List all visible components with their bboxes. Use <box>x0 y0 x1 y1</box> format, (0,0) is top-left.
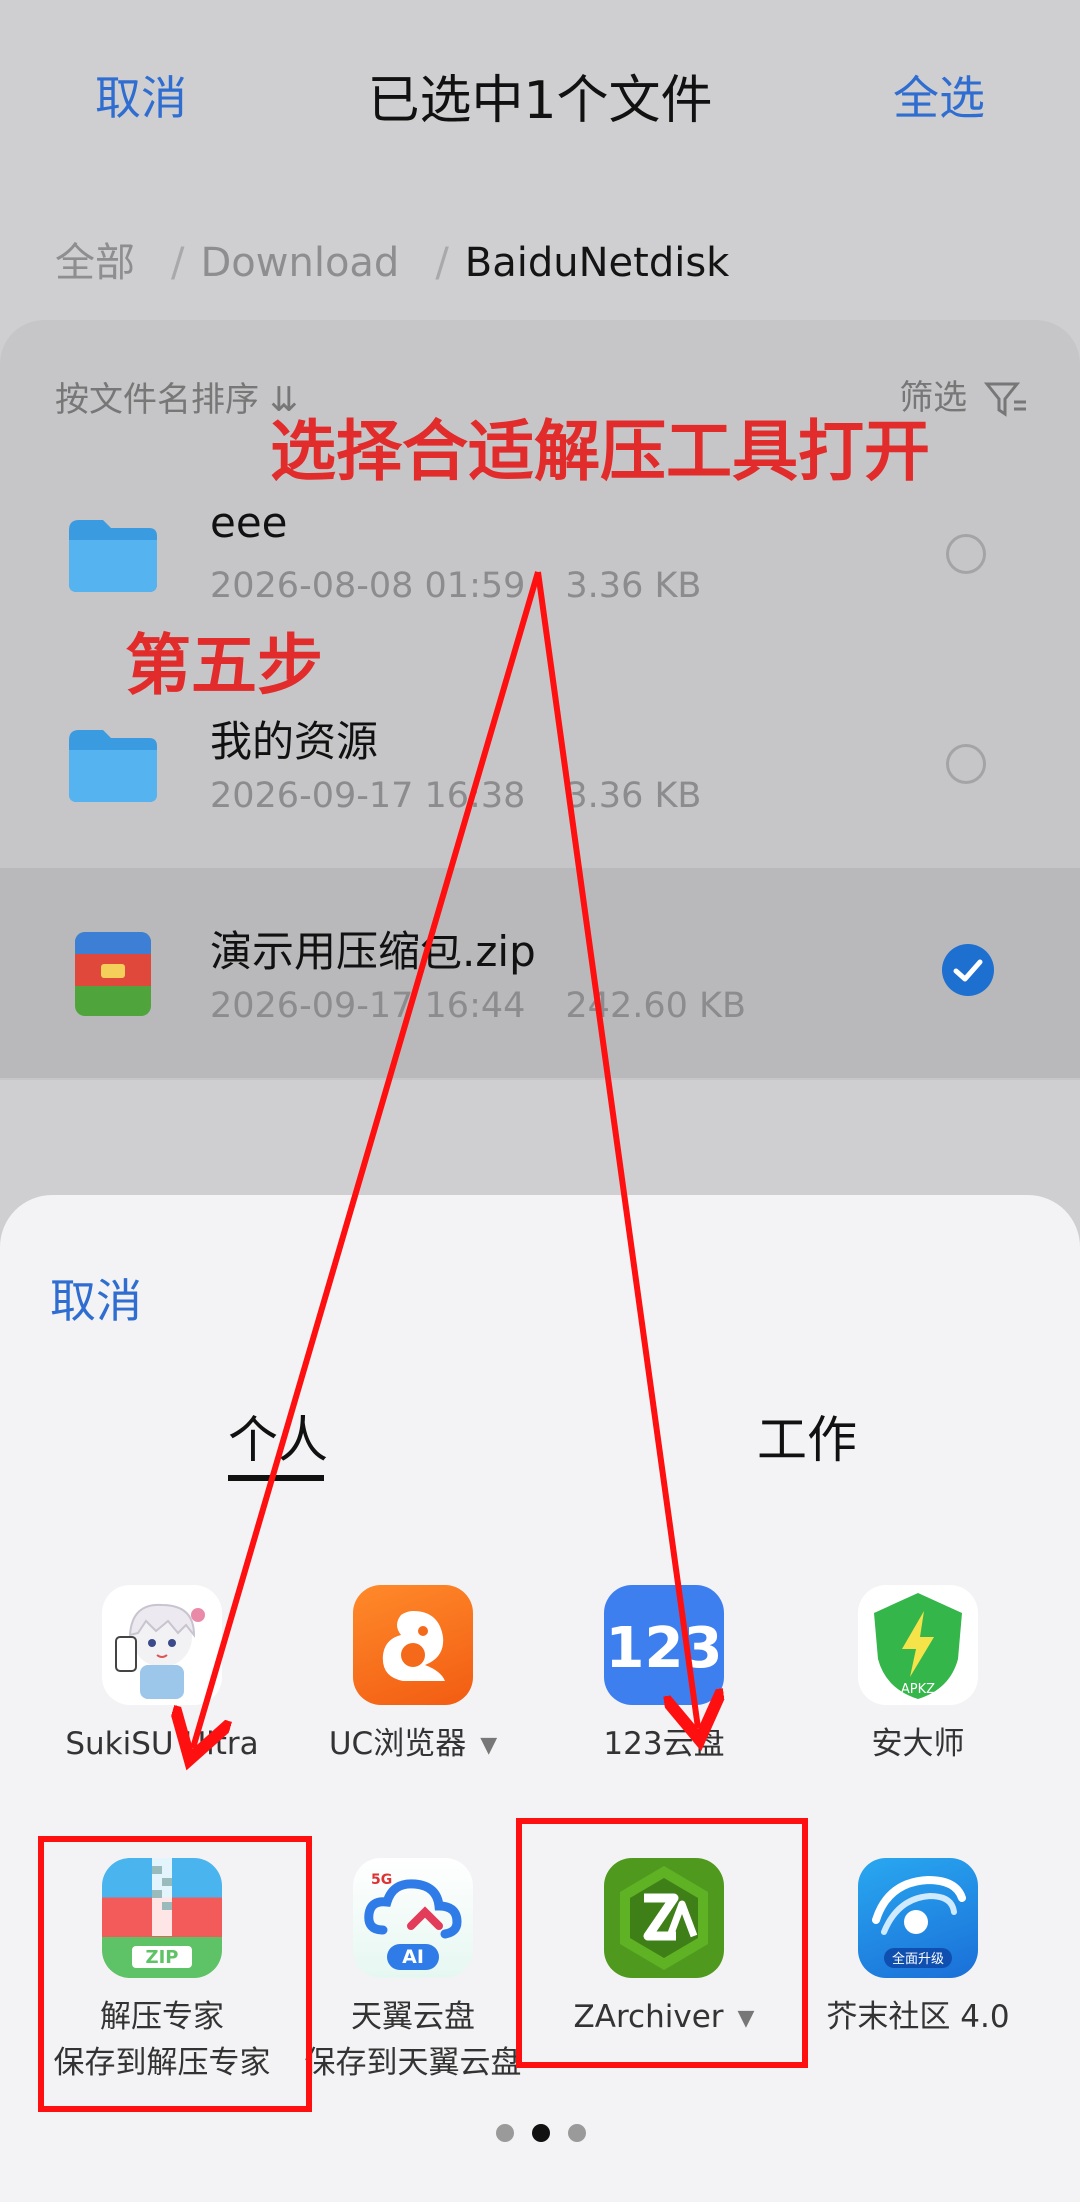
cloud-ai-icon: 5G AI <box>353 1858 473 1978</box>
app-mustard-community[interactable]: 全面升级 芥末社区 4.0 <box>792 1858 1044 2040</box>
breadcrumb-download[interactable]: Download <box>200 240 399 286</box>
file-date: 2026-08-08 01:59 <box>210 566 526 606</box>
sort-button[interactable]: 按文件名排序 ⇊ <box>55 372 298 421</box>
breadcrumb-separator: / <box>435 240 449 286</box>
folder-icon <box>69 520 157 592</box>
breadcrumb: 全部 / Download / BaiduNetdisk <box>55 230 729 288</box>
app-label-with-dropdown: UC浏览器 ▼ <box>287 1721 539 1769</box>
page-dot-active <box>532 2124 550 2142</box>
tab-work[interactable]: 工作 <box>757 1400 857 1472</box>
app-sukisu-ultra[interactable]: SukiSU Ultra <box>36 1585 288 1767</box>
folder-icon <box>69 730 157 802</box>
checkmark-icon <box>953 959 983 982</box>
file-row-demo-zip[interactable]: 演示用压缩包.zip 2026-09-17 16:44 242.60 KB <box>0 868 1080 1078</box>
apkz-shield-icon: APKZ <box>858 1585 978 1705</box>
file-meta: 2026-08-08 01:59 3.36 KB <box>210 566 701 606</box>
app-label: UC浏览器 <box>328 1726 467 1762</box>
anime-character-icon <box>102 1585 222 1705</box>
file-size: 3.36 KB <box>565 566 702 606</box>
app-uc-browser[interactable]: UC浏览器 ▼ <box>287 1585 539 1769</box>
annotation-title: 选择合适解压工具打开 <box>270 413 930 490</box>
svg-text:AI: AI <box>402 1946 424 1968</box>
top-bar: 取消 已选中1个文件 全选 <box>0 0 1080 190</box>
breadcrumb-root[interactable]: 全部 <box>55 240 135 286</box>
file-meta: 2026-09-17 16:44 242.60 KB <box>210 986 746 1026</box>
file-date: 2026-09-17 16:38 <box>210 776 526 816</box>
highlight-box-unzip-expert <box>38 1836 312 2112</box>
svg-text:全面升级: 全面升级 <box>892 1951 944 1967</box>
app-label: SukiSU Ultra <box>65 1726 259 1762</box>
app-label: 123云盘 <box>603 1726 725 1762</box>
app-sublabel: 保存到天翼云盘 <box>304 2045 522 2081</box>
sort-label: 按文件名排序 ⇊ <box>55 380 299 420</box>
page-dot <box>568 2124 586 2142</box>
file-size: 242.60 KB <box>565 986 746 1026</box>
file-date: 2026-09-17 16:44 <box>210 986 526 1026</box>
file-name: 演示用压缩包.zip <box>210 927 536 976</box>
select-radio-checked[interactable] <box>942 944 994 996</box>
tab-underline <box>228 1475 324 1481</box>
app-label: 芥末社区 4.0 <box>826 1999 1010 2035</box>
svg-text:5G: 5G <box>371 1872 392 1888</box>
app-an-dashi[interactable]: APKZ 安大师 <box>792 1585 1044 1767</box>
tab-personal[interactable]: 个人 <box>228 1400 328 1472</box>
uc-squirrel-icon <box>353 1585 473 1705</box>
app-label: 天翼云盘 <box>351 1999 475 2035</box>
page-dot <box>496 2124 514 2142</box>
zip-archive-icon <box>75 932 151 1016</box>
breadcrumb-current: BaiduNetdisk <box>464 240 730 286</box>
filter-icon <box>983 382 1026 417</box>
annotation-step: 第五步 <box>125 627 323 704</box>
breadcrumb-separator: / <box>171 240 185 286</box>
select-radio[interactable] <box>946 534 986 574</box>
mustard-community-icon: 全面升级 <box>858 1858 978 1978</box>
app-123-pan[interactable]: 123 123云盘 <box>538 1585 790 1767</box>
file-size: 3.36 KB <box>565 776 702 816</box>
svg-text:123: 123 <box>606 1616 723 1681</box>
select-all-button[interactable]: 全选 <box>893 62 985 128</box>
file-meta: 2026-09-17 16:38 3.36 KB <box>210 776 701 816</box>
dropdown-caret-icon[interactable]: ▼ <box>480 1723 497 1769</box>
file-name: 我的资源 <box>210 717 379 766</box>
app-label: 安大师 <box>871 1726 965 1762</box>
app-tianyi-cloud[interactable]: 5G AI 天翼云盘 保存到天翼云盘 <box>287 1858 539 2086</box>
select-radio[interactable] <box>946 744 986 784</box>
sheet-cancel-button[interactable]: 取消 <box>50 1265 142 1331</box>
file-name: eee <box>210 498 288 547</box>
123-logo-icon: 123 <box>604 1585 724 1705</box>
svg-text:APKZ: APKZ <box>901 1682 935 1697</box>
highlight-box-zarchiver <box>516 1818 808 2068</box>
